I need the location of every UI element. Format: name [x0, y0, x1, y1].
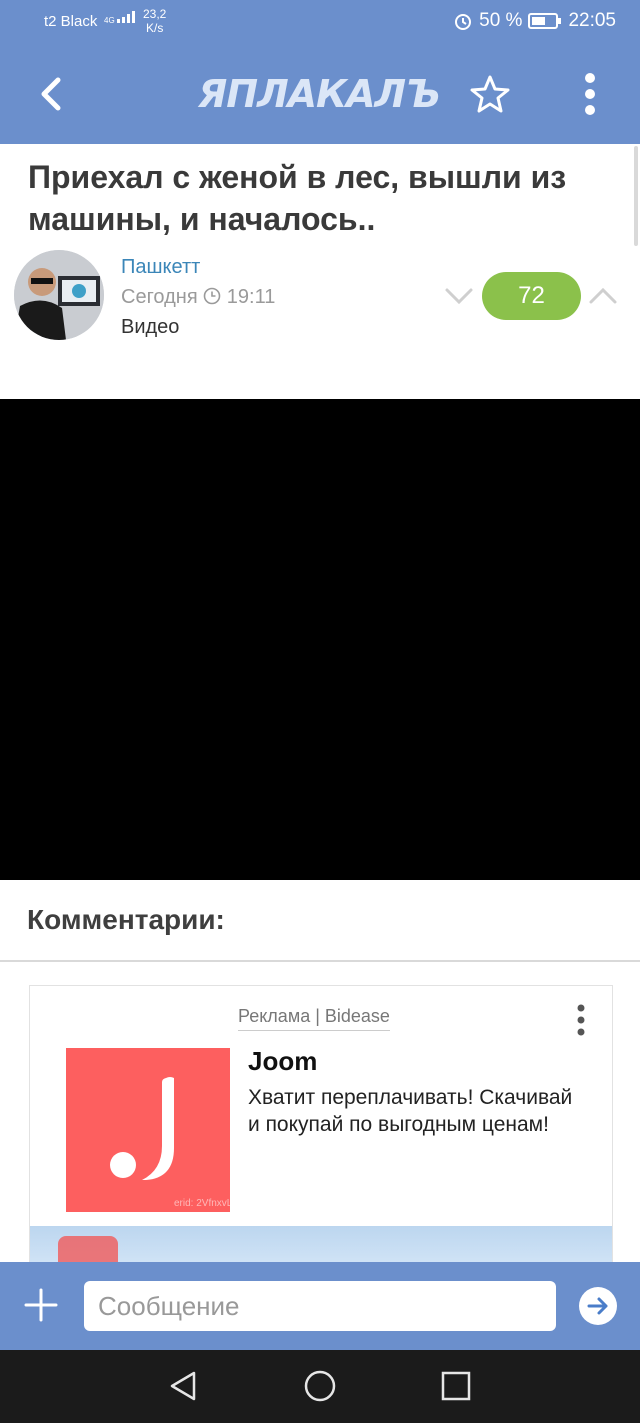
joom-logo: [110, 1077, 174, 1180]
plus-icon[interactable]: [22, 1286, 60, 1324]
chevron-up-icon[interactable]: [588, 282, 618, 310]
send-icon: [587, 1297, 608, 1315]
post-category[interactable]: Видео: [121, 316, 179, 339]
nav-home-icon[interactable]: [300, 1368, 340, 1404]
carrier-name: t2 Black: [44, 13, 98, 30]
author-link[interactable]: Пашкетт: [121, 256, 200, 279]
ad-image[interactable]: erid: 2VfnxvLfqpU: [66, 1048, 254, 1212]
chevron-down-icon[interactable]: [444, 282, 474, 310]
data-speed: 23,2 K/s: [143, 7, 167, 35]
send-button[interactable]: [579, 1287, 617, 1325]
rating-score: 72: [482, 272, 581, 320]
avatar[interactable]: [14, 250, 104, 340]
message-input[interactable]: [84, 1281, 556, 1331]
alarm-icon: [455, 14, 472, 30]
comments-heading: Комментарии:: [27, 904, 225, 935]
back-arrow-icon[interactable]: [36, 74, 68, 114]
clock-time: 22:05: [568, 10, 616, 31]
app-logo[interactable]: ЯПЛАКАЛЪ: [198, 72, 441, 116]
divider: [0, 960, 640, 962]
status-bar: t2 Black 4G 23,2 K/s 50 % 22:05: [0, 0, 640, 44]
message-composer: [0, 1262, 640, 1350]
scrollbar[interactable]: [634, 146, 638, 246]
status-right: 50 % 22:05: [453, 10, 616, 32]
clock-icon: [203, 287, 221, 305]
ad-label: Реклама | Bidease: [238, 1006, 390, 1031]
network-type: 4G: [104, 11, 139, 25]
more-vert-icon[interactable]: [572, 70, 608, 118]
signal-icon: [116, 11, 135, 23]
post-date: Сегодня 19:11: [121, 286, 276, 308]
app-header: ЯПЛАКАЛЪ: [0, 44, 640, 144]
ad-brand: Joom: [248, 1046, 318, 1076]
ad-erid: erid: 2VfnxvLfqpU: [174, 1198, 254, 1209]
nav-recents-icon[interactable]: [436, 1368, 476, 1404]
video-player[interactable]: [0, 399, 640, 880]
post-title: Приехал с женой в лес, вышли из машины, …: [28, 159, 567, 237]
battery-percent: 50 %: [479, 10, 523, 31]
system-nav-bar: [0, 1350, 640, 1423]
ad-text: Хватит переплачивать! Скачивай и покупай…: [248, 1086, 573, 1136]
star-icon[interactable]: [468, 74, 512, 114]
battery-icon: [528, 13, 562, 29]
ad-card[interactable]: Реклама | Bidease erid: 2VfnxvLfqpU Joom…: [29, 985, 613, 1277]
nav-back-icon[interactable]: [164, 1368, 204, 1404]
more-vert-icon[interactable]: [570, 1000, 592, 1040]
